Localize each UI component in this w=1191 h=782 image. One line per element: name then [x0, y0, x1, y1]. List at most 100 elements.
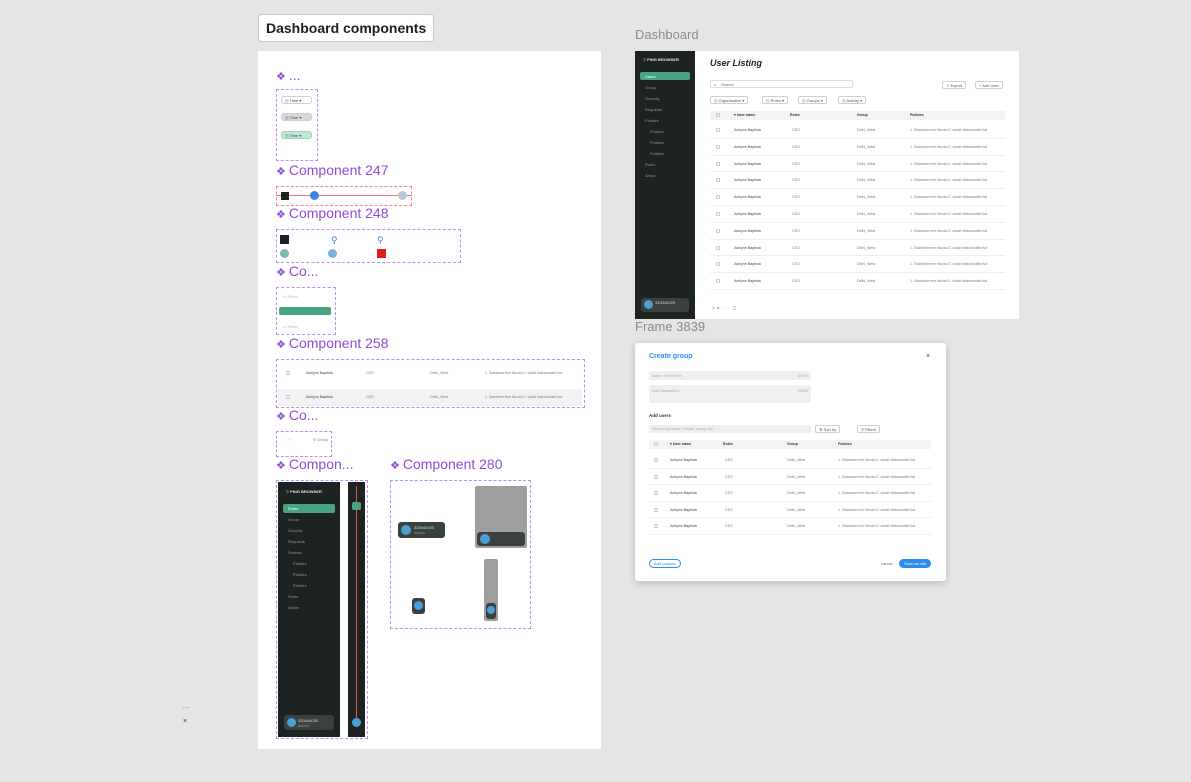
component-title-dots[interactable]: ❖...	[276, 67, 301, 85]
sidebar-item-requests[interactable]: Requests	[645, 107, 662, 112]
filter-organisation[interactable]: ◷ Organisation ▾	[710, 96, 749, 104]
table-row[interactable]: Ashlynn Baptista CEO Delhi_West 1. Sdsds…	[278, 365, 582, 382]
select-all-checkbox[interactable]	[654, 442, 658, 446]
sidebar-subitem-policies[interactable]: Policies	[650, 151, 664, 156]
table-row[interactable]: Ashlynn Baptista CEO Delhi_West 1. Sdsdsrer…	[649, 485, 931, 502]
row-checkbox[interactable]	[716, 161, 720, 166]
frame-label-dashboard[interactable]: Dashboard	[635, 27, 699, 42]
component-title-258[interactable]: ❖ Component 258	[276, 335, 389, 353]
column-username[interactable]: ▾ User name	[734, 113, 755, 117]
group-chip[interactable]: ⚲ Group	[313, 437, 328, 442]
user-menu[interactable]: 333444020	[641, 298, 689, 312]
row-checkbox[interactable]	[286, 371, 290, 375]
row-checkbox[interactable]	[716, 262, 720, 267]
sidebar-item-about[interactable]: About	[645, 173, 655, 178]
column-policies[interactable]: Policies	[910, 113, 924, 117]
user-avatar[interactable]	[352, 718, 361, 727]
table-row[interactable]: Ashlynn Baptista CEO Delhi_West 1. Sdsdsrer…	[710, 240, 1005, 257]
row-checkbox[interactable]	[716, 144, 720, 149]
role-name-field[interactable]: Name of the role 0/100	[649, 371, 811, 380]
sidebar-subitem-policies[interactable]: Policies	[293, 572, 307, 577]
search-input[interactable]: ⌕ Search	[710, 80, 853, 88]
select-all-checkbox[interactable]	[716, 113, 720, 117]
row-checkbox[interactable]	[716, 212, 720, 216]
sidebar-item-security[interactable]: Security	[645, 96, 659, 101]
sidebar-subitem-policies[interactable]: Policies	[293, 583, 307, 588]
column-group[interactable]: Group	[787, 442, 798, 446]
user-menu[interactable]	[486, 603, 496, 619]
filter-groups[interactable]: ◷ Groups ▾	[798, 96, 827, 104]
row-checkbox[interactable]	[716, 245, 720, 250]
cancel-button[interactable]: cancel	[881, 561, 893, 566]
close-icon[interactable]: ×	[926, 353, 930, 360]
table-row[interactable]: Ashlynn Baptista CEO Delhi_West 1. Sdsdsrer…	[710, 223, 1005, 240]
component-title-compon[interactable]: ❖ Compon...	[276, 456, 353, 474]
column-group[interactable]: Group	[857, 113, 868, 117]
sidebar-item-group[interactable]: Group	[645, 85, 656, 90]
user-menu-chip[interactable]: 333444020 admin	[398, 522, 445, 538]
collapsed-user-chip[interactable]	[412, 598, 425, 614]
table-row[interactable]: Ashlynn Baptista CEO Delhi_West 1. Sdsdsrer…	[710, 273, 1005, 290]
sidebar-item-rules[interactable]: Rules	[645, 162, 655, 167]
table-row[interactable]: Ashlynn Baptista CEO Delhi_West 1. Sdsdsrer…	[649, 469, 931, 486]
add-user-button[interactable]: + Add User	[975, 81, 1003, 89]
nav-item-default[interactable]: ▭ Roles	[283, 294, 298, 299]
filter-pill[interactable]: ◷ Time ▾	[281, 96, 312, 104]
sidebar-item-policies[interactable]: Policies	[645, 118, 659, 123]
column-roles[interactable]: Roles	[790, 113, 800, 117]
row-checkbox[interactable]	[716, 279, 720, 284]
sidebar-item-requests[interactable]: Requests	[288, 539, 305, 544]
row-checkbox[interactable]	[716, 178, 720, 183]
component-title-248[interactable]: ❖ Component 248	[276, 205, 389, 223]
filter-activity[interactable]: ◷ Activity ▾	[838, 96, 867, 104]
nav-item-default[interactable]: ▭ Roles	[283, 324, 298, 329]
sidebar-item-policies[interactable]: Policies	[288, 550, 302, 555]
user-menu[interactable]: 333444020 admin	[284, 715, 334, 730]
row-checkbox[interactable]	[654, 507, 658, 512]
column-roles[interactable]: Roles	[723, 442, 733, 446]
save-as-role-button[interactable]: Save as role	[899, 559, 932, 568]
filters-button[interactable]: ⚲ Filters	[857, 425, 880, 433]
row-checkbox[interactable]	[654, 458, 658, 462]
sidebar-subitem-policies[interactable]: Policies	[293, 561, 307, 566]
row-checkbox[interactable]	[716, 195, 720, 200]
column-username[interactable]: ▾ User name	[670, 442, 691, 446]
component-title-co[interactable]: ❖ Co...	[276, 263, 318, 281]
component-title-280[interactable]: ❖ Component 280	[390, 456, 503, 474]
table-row[interactable]: Ashlynn Baptista CEO Delhi_West 1. Sdsdsrer…	[649, 518, 931, 535]
row-checkbox[interactable]	[716, 228, 720, 233]
row-checkbox[interactable]	[654, 524, 658, 529]
export-button[interactable]: ⇪ Export	[942, 81, 967, 89]
sidebar-item-group[interactable]: Group	[288, 517, 299, 522]
user-search-input[interactable]: Search by name / email, group etc	[649, 425, 811, 433]
table-row[interactable]: Ashlynn Baptista CEO Delhi_West 1. Sdsdsrer…	[649, 502, 931, 519]
filter-pill-active[interactable]: ◷ Time ▾	[281, 131, 312, 139]
row-checkbox[interactable]	[716, 128, 720, 132]
description-field[interactable]: Add description 0/300	[649, 385, 811, 403]
component-title-247[interactable]: ❖ Component 247	[276, 162, 389, 180]
table-row[interactable]: Ashlynn Baptista CEO Delhi_West 1. Sdsdsrer…	[649, 452, 931, 469]
add-policies-button[interactable]: Add policies	[649, 559, 681, 568]
sort-button[interactable]: ⇅ Sort by	[815, 425, 841, 433]
table-row-hover[interactable]: Ashlynn Baptista CEO Delhi_West 1. Sdsds…	[278, 389, 582, 406]
component-title-co-2[interactable]: ❖ Co...	[276, 407, 318, 425]
column-policies[interactable]: Policies	[838, 442, 852, 446]
nav-item-active[interactable]: ▲ Roles	[279, 307, 331, 321]
filter-roles[interactable]: ◷ Roles ▾	[762, 96, 788, 104]
table-row[interactable]: Ashlynn Baptista CEO Delhi_West 1. Sdsdsrer…	[710, 156, 1005, 173]
collapsed-popover[interactable]	[484, 559, 498, 621]
close-icon[interactable]: ×	[183, 718, 187, 725]
sidebar-item-security[interactable]: Security	[288, 528, 302, 533]
sidebar-item-users[interactable]: Users	[645, 74, 655, 79]
user-menu-popover[interactable]	[475, 486, 527, 548]
sidebar-item-rules[interactable]: Rules	[288, 594, 298, 599]
sidebar-subitem-policies[interactable]: Policies	[650, 140, 664, 145]
pagination[interactable]: 1 ▸ · · · ▢	[712, 305, 736, 310]
row-checkbox[interactable]	[654, 491, 658, 496]
row-checkbox[interactable]	[286, 395, 290, 399]
table-row[interactable]: Ashlynn Baptista CEO Delhi_West 1. Sdsdsrer…	[710, 206, 1005, 223]
table-row[interactable]: Ashlynn Baptista CEO Delhi_West 1. Sdsdsrer…	[710, 139, 1005, 156]
table-row[interactable]: Ashlynn Baptista CEO Delhi_West 1. Sdsdsrer…	[710, 256, 1005, 274]
sidebar-item-album[interactable]: Album	[288, 605, 299, 610]
frame-label-3839[interactable]: Frame 3839	[635, 319, 705, 334]
